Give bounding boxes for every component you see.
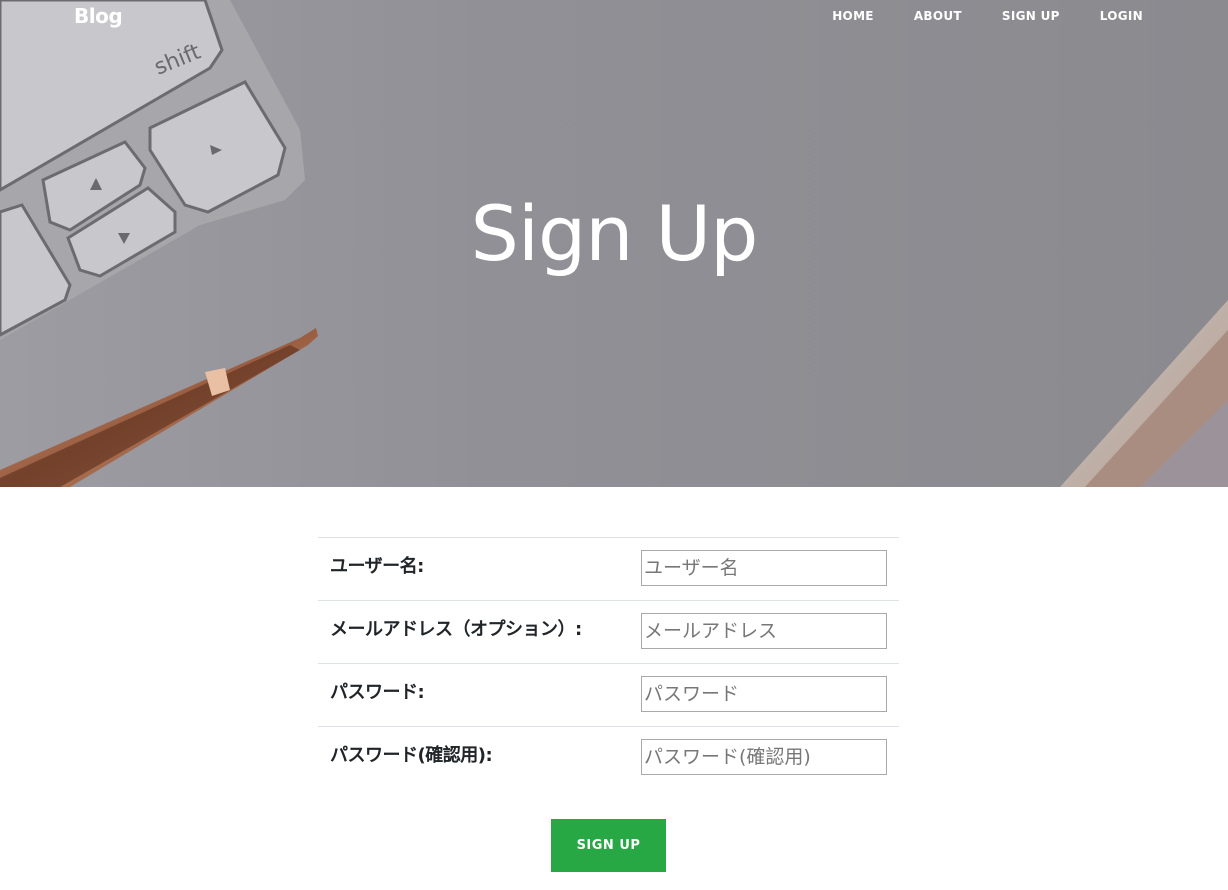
form-row-password: パスワード: [318, 663, 899, 727]
form-row-password-confirm: パスワード(確認用): [318, 726, 899, 790]
page-title: Sign Up [470, 189, 759, 278]
nav-link-home[interactable]: HOME [812, 8, 894, 24]
navbar: Blog HOME ABOUT SIGN UP LOGIN [0, 0, 1228, 34]
password-label: パスワード: [330, 682, 425, 703]
nav-links: HOME ABOUT SIGN UP LOGIN [812, 8, 1143, 24]
form-row-email: メールアドレス（オプション）: [318, 600, 899, 664]
nav-link-login[interactable]: LOGIN [1080, 8, 1143, 24]
password-confirm-label: パスワード(確認用): [330, 745, 493, 766]
sign-up-button[interactable]: SIGN UP [551, 819, 666, 872]
username-input[interactable] [641, 550, 887, 586]
form-row-username: ユーザー名: [318, 537, 899, 601]
email-input[interactable] [641, 613, 887, 649]
email-label: メールアドレス（オプション）: [330, 619, 582, 640]
signup-form-table: ユーザー名: メールアドレス（オプション）: パスワード: パスワード(確認用)… [318, 537, 899, 790]
password-input[interactable] [641, 676, 887, 712]
username-label: ユーザー名: [330, 556, 424, 577]
notebook-corner-image [1060, 300, 1228, 487]
brand-link[interactable]: Blog [74, 4, 123, 28]
nav-link-sign-up[interactable]: SIGN UP [982, 8, 1080, 24]
nav-link-about[interactable]: ABOUT [894, 8, 982, 24]
pen-image [0, 328, 318, 487]
keyboard-image: shift [0, 0, 305, 340]
password-confirm-input[interactable] [641, 739, 887, 775]
hero-header: shift Blog HOME ABOUT SIGN UP LOGIN Sign… [0, 0, 1228, 487]
